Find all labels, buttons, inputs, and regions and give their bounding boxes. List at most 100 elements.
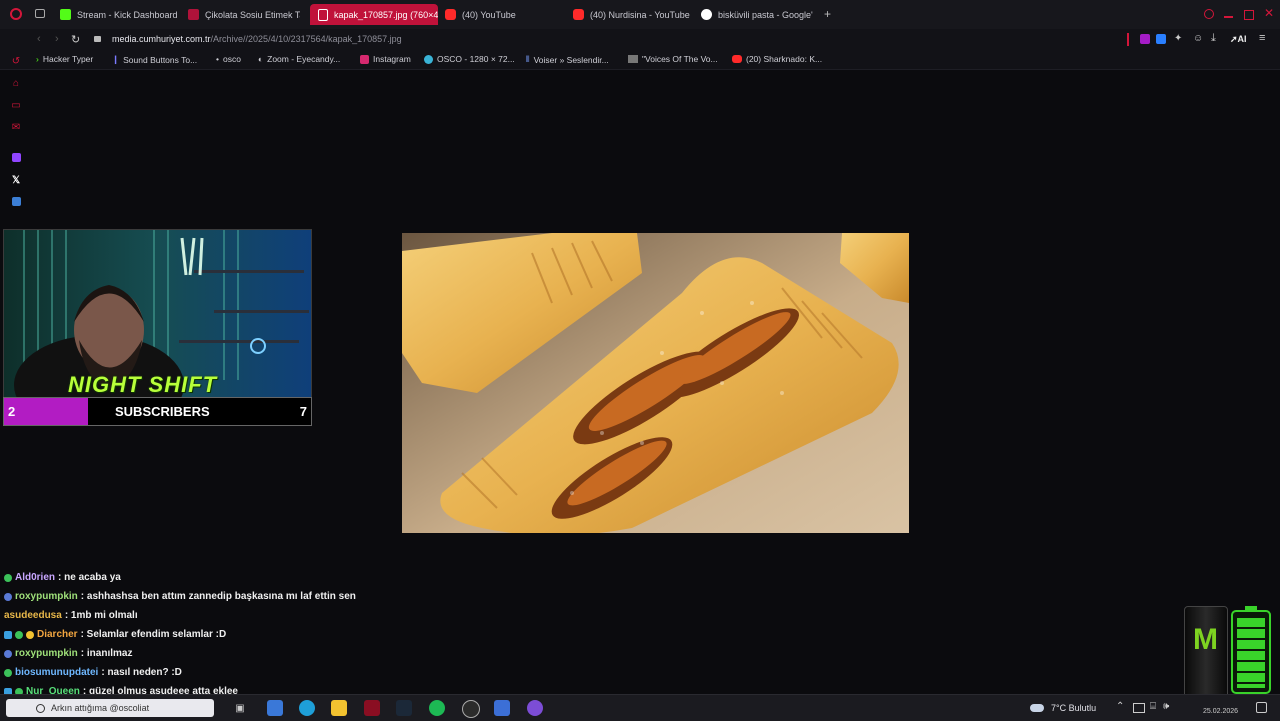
file-explorer-icon[interactable]	[267, 700, 283, 716]
badge-icon	[26, 630, 34, 639]
new-tab-button[interactable]: +	[824, 7, 831, 21]
back-icon[interactable]: ‹	[37, 33, 41, 45]
kick-icon	[60, 9, 71, 20]
twitch-icon[interactable]	[10, 153, 22, 165]
tab-kapak-image[interactable]: kapak_170857.jpg (760×4...	[310, 4, 438, 25]
recipe-icon	[188, 9, 199, 20]
mail-icon[interactable]: ✉	[10, 122, 22, 134]
bookmarks-bar: › Hacker Typer ❙ Sound Buttons To... • osco…	[0, 51, 1280, 70]
chat-message: roxypumpkin: ashhashsa ben attım zannedi…	[4, 587, 424, 606]
menu-icon[interactable]: ≡	[1259, 32, 1265, 44]
folder-icon[interactable]	[331, 700, 347, 716]
bookmark-hacker-typer[interactable]: › Hacker Typer	[36, 54, 93, 64]
profile-icon[interactable]: ☺	[1193, 33, 1203, 44]
forward-icon[interactable]: ›	[55, 33, 59, 45]
battery-icon	[1231, 606, 1271, 694]
chat-message: Diarcher: Selamlar efendim selamlar :D	[4, 625, 424, 644]
tab-youtube[interactable]: (40) YouTube	[445, 4, 560, 25]
extension-blue-icon[interactable]	[1156, 34, 1166, 44]
chat-message: roxypumpkin: inanılmaz	[4, 644, 424, 663]
extensions-puzzle-icon[interactable]: ✦	[1174, 33, 1182, 44]
badge-icon	[15, 630, 23, 639]
translate-icon[interactable]	[10, 197, 22, 209]
browser-logo-icon[interactable]	[10, 8, 22, 20]
bookmark-sharknado[interactable]: (20) Sharknado: K...	[732, 54, 822, 64]
google-icon	[701, 9, 712, 20]
obs-icon[interactable]	[462, 700, 480, 718]
bookmark-voices-of-the-void[interactable]: "Voices Of The Vo...	[628, 54, 718, 64]
browser-tab-bar: Stream - Kick Dashboard Çikolata Sosiu E…	[0, 0, 1280, 29]
lock-icon	[94, 36, 101, 42]
task-view-icon[interactable]: ▣	[232, 700, 248, 716]
badge-icon	[4, 592, 12, 601]
bookmark-zoom-eyecandy[interactable]: ◐ Zoom - Eyecandy...	[258, 54, 340, 64]
bookmark-osco-1280[interactable]: OSCO - 1280 × 72...	[424, 54, 515, 64]
displayed-image	[402, 233, 909, 533]
bookmark-osco[interactable]: • osco	[216, 54, 241, 64]
search-icon	[36, 703, 45, 713]
url-field[interactable]: media.cumhuriyet.com.tr/Archive//2025/4/…	[112, 34, 402, 44]
zoom-icon: ◐	[258, 54, 264, 64]
image-icon	[318, 8, 328, 21]
address-bar: ‹ › ↻ media.cumhuriyet.com.tr/Archive//2…	[0, 29, 1280, 51]
ai-button[interactable]: ➚AI	[1230, 34, 1247, 45]
x-icon[interactable]: 𝕏	[10, 175, 22, 187]
steam-icon[interactable]	[396, 700, 412, 716]
spotify-icon[interactable]	[429, 700, 445, 716]
network-icon[interactable]: ⌸	[1150, 701, 1156, 712]
tab-kick-dashboard[interactable]: Stream - Kick Dashboard	[60, 4, 182, 25]
notification-icon[interactable]	[1256, 702, 1267, 713]
volume-icon[interactable]: 🕪	[1163, 701, 1169, 712]
subs-right-count: 7	[299, 404, 307, 419]
youtube-icon	[445, 9, 456, 20]
search-tabs-icon[interactable]	[1204, 9, 1214, 19]
weather-text[interactable]: 7°C Bulutlu	[1051, 703, 1096, 713]
tab-nurdisina-youtube[interactable]: (40) Nurdisina - YouTube	[573, 4, 691, 25]
subs-left-count: 2	[4, 398, 88, 425]
edge-icon[interactable]	[299, 700, 315, 716]
badge-icon	[4, 573, 12, 582]
weather-icon	[1030, 704, 1044, 712]
chat-message: asudeedusa: 1mb mi olmalı	[4, 610, 138, 621]
bookmark-voiser[interactable]: ⫴ Voiser » Seslendir...	[526, 54, 609, 65]
taskbar: Arkın attığıma @oscoliat ▣ 7°C Bulutlu ⌃…	[0, 694, 1280, 721]
dot-icon: •	[216, 54, 219, 64]
chevron-icon: ›	[36, 54, 39, 64]
close-icon[interactable]: ✕	[1264, 6, 1274, 20]
tray-app-icon[interactable]	[1133, 703, 1145, 713]
extension-red-icon[interactable]	[1127, 33, 1129, 46]
reload-icon[interactable]: ↻	[71, 33, 80, 46]
history-icon[interactable]: ↺	[10, 56, 22, 68]
minimize-icon[interactable]	[1224, 16, 1233, 18]
messenger-icon[interactable]: ▭	[10, 100, 22, 112]
bookmark-instagram[interactable]: Instagram	[360, 54, 411, 64]
monster-can-icon: M	[1184, 606, 1228, 700]
settings-gear-icon[interactable]	[494, 700, 510, 716]
bookmark-sound-buttons[interactable]: ❙ Sound Buttons To...	[112, 54, 197, 65]
start-widget[interactable]: Arkın attığıma @oscoliat	[6, 699, 214, 717]
tab-cikolata-sosu[interactable]: Çikolata Sosiu Etimek Tatlı	[188, 4, 300, 25]
tab-google-search[interactable]: bisküvili pasta - Google'da	[701, 4, 813, 25]
download-icon[interactable]: ⤓	[1211, 32, 1216, 45]
badge-icon	[4, 649, 12, 658]
badge-icon	[4, 630, 12, 639]
wallet-icon[interactable]: ⌂	[10, 78, 22, 90]
osco-icon	[424, 54, 433, 64]
discord-icon[interactable]	[527, 700, 543, 716]
voiser-icon: ⫴	[526, 54, 530, 64]
chat-message: Ald0rien: ne acaba ya	[4, 568, 424, 587]
maximize-icon[interactable]	[1244, 10, 1254, 20]
pastry-image	[402, 233, 909, 533]
subs-label: SUBSCRIBERS	[115, 404, 210, 419]
clock-date[interactable]: 25.02.2026	[1203, 708, 1238, 715]
sound-icon: ❙	[112, 54, 120, 64]
opera-gx-icon[interactable]	[364, 700, 380, 716]
voices-icon	[628, 55, 638, 63]
instagram-icon	[360, 54, 369, 64]
extension-purple-icon[interactable]	[1140, 34, 1150, 44]
tray-chevron-icon[interactable]: ⌃	[1116, 701, 1124, 712]
subscriber-bar: 2 SUBSCRIBERS 7	[3, 397, 312, 426]
night-shift-banner: NIGHT SHIFT	[68, 372, 218, 397]
tab-overview-icon[interactable]	[35, 9, 45, 18]
chat-message: biosumunupdatei: nasıl neden? :D	[4, 663, 424, 682]
